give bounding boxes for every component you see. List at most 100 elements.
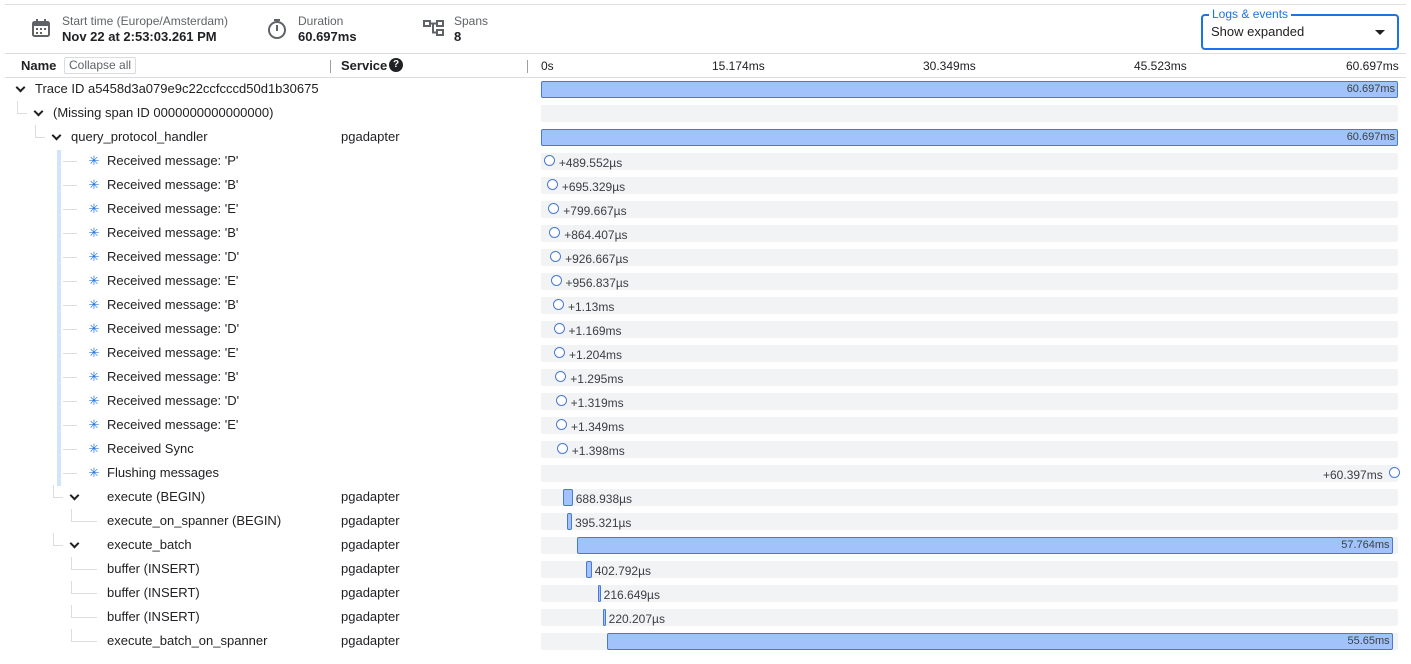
event-row[interactable]: ✳ Received message: 'D' +926.667µs bbox=[0, 245, 1411, 269]
span-name[interactable]: Received message: 'B' bbox=[107, 297, 238, 312]
timeline-tick: 30.349ms bbox=[923, 59, 976, 73]
span-name[interactable]: Flushing messages bbox=[107, 465, 219, 480]
logs-events-select[interactable]: Logs & events Show expanded bbox=[1201, 7, 1399, 50]
column-divider[interactable] bbox=[330, 60, 331, 73]
timeline-tick: 0s bbox=[541, 59, 554, 73]
span-bar[interactable]: 60.697ms bbox=[541, 81, 1398, 98]
chevron-down-icon[interactable] bbox=[69, 538, 80, 549]
chevron-down-icon[interactable] bbox=[15, 82, 26, 93]
span-name[interactable]: execute_batch_on_spanner bbox=[107, 633, 267, 648]
span-service: pgadapter bbox=[341, 489, 400, 504]
span-duration-label: 395.321µs bbox=[575, 516, 632, 530]
span-name[interactable]: Received message: 'E' bbox=[107, 417, 238, 432]
event-marker[interactable] bbox=[546, 179, 558, 190]
tree-connector bbox=[63, 161, 77, 162]
event-row[interactable]: ✳ Received message: 'P' +489.552µs bbox=[0, 149, 1411, 173]
event-row[interactable]: ✳ Received message: 'E' +1.204ms bbox=[0, 341, 1411, 365]
span-row[interactable]: execute_batch_on_spanner pgadapter 55.65ms bbox=[0, 629, 1411, 653]
span-name[interactable]: Received message: 'B' bbox=[107, 177, 238, 192]
event-marker[interactable] bbox=[1389, 467, 1400, 478]
span-row[interactable]: buffer (INSERT) pgadapter 220.207µs bbox=[0, 605, 1411, 629]
event-marker[interactable] bbox=[555, 395, 567, 406]
service-column-header[interactable]: Service bbox=[341, 58, 387, 73]
span-name[interactable]: Received message: 'B' bbox=[107, 225, 238, 240]
event-row[interactable]: ✳ Received message: 'B' +1.13ms bbox=[0, 293, 1411, 317]
span-bar[interactable] bbox=[586, 561, 592, 578]
tree-connector bbox=[53, 497, 63, 498]
duration-value: 60.697ms bbox=[298, 29, 357, 44]
event-row[interactable]: ✳ Received message: 'B' +695.329µs bbox=[0, 173, 1411, 197]
event-row[interactable]: ✳ Received message: 'E' +956.837µs bbox=[0, 269, 1411, 293]
event-icon: ✳ bbox=[88, 153, 100, 168]
span-name[interactable]: Received message: 'D' bbox=[107, 249, 239, 264]
chevron-down-icon[interactable] bbox=[33, 106, 44, 117]
event-marker[interactable] bbox=[553, 323, 565, 334]
collapse-all-button[interactable]: Collapse all bbox=[64, 57, 137, 74]
chevron-down-icon[interactable] bbox=[69, 490, 80, 501]
event-time-label: +1.13ms bbox=[567, 300, 615, 314]
span-name[interactable]: Received message: 'E' bbox=[107, 273, 238, 288]
event-icon: ✳ bbox=[88, 417, 100, 432]
span-name[interactable]: buffer (INSERT) bbox=[107, 609, 200, 624]
span-name[interactable]: Received message: 'D' bbox=[107, 321, 239, 336]
event-row[interactable]: ✳ Received message: 'B' +1.295ms bbox=[0, 365, 1411, 389]
span-name[interactable]: Trace ID a5458d3a079e9c22ccfcccd50d1b306… bbox=[35, 81, 319, 96]
event-icon: ✳ bbox=[88, 393, 100, 408]
help-icon[interactable]: ? bbox=[389, 58, 403, 72]
column-divider[interactable] bbox=[527, 60, 528, 73]
event-marker[interactable] bbox=[556, 443, 568, 454]
span-name[interactable]: query_protocol_handler bbox=[71, 129, 208, 144]
span-name[interactable]: execute_on_spanner (BEGIN) bbox=[107, 513, 281, 528]
event-time-label: +1.349ms bbox=[571, 420, 625, 434]
chevron-down-icon[interactable] bbox=[51, 130, 62, 141]
event-marker[interactable] bbox=[552, 299, 564, 310]
name-column-header[interactable]: Name bbox=[21, 58, 56, 73]
chevron-down-icon bbox=[1375, 30, 1385, 35]
span-row[interactable]: execute (BEGIN) pgadapter 688.938µs bbox=[0, 485, 1411, 509]
span-service: pgadapter bbox=[341, 609, 400, 624]
span-row[interactable]: query_protocol_handler pgadapter 60.697ms bbox=[0, 125, 1411, 149]
span-name[interactable]: Received message: 'P' bbox=[107, 153, 238, 168]
event-marker[interactable] bbox=[553, 347, 565, 358]
timeline-track bbox=[541, 105, 1398, 122]
span-bar[interactable] bbox=[597, 585, 601, 602]
event-marker[interactable] bbox=[543, 155, 555, 166]
span-bar[interactable]: 57.764ms bbox=[576, 537, 1393, 554]
span-name[interactable]: Received message: 'E' bbox=[107, 345, 238, 360]
event-row[interactable]: ✳ Flushing messages +60.397ms bbox=[0, 461, 1411, 485]
timeline-track bbox=[541, 225, 1398, 242]
event-row[interactable]: ✳ Received Sync +1.398ms bbox=[0, 437, 1411, 461]
span-row[interactable]: execute_batch pgadapter 57.764ms bbox=[0, 533, 1411, 557]
span-bar[interactable]: 55.65ms bbox=[606, 633, 1393, 650]
event-row[interactable]: ✳ Received message: 'D' +1.169ms bbox=[0, 317, 1411, 341]
span-row[interactable]: Trace ID a5458d3a079e9c22ccfcccd50d1b306… bbox=[0, 77, 1411, 101]
span-row[interactable]: buffer (INSERT) pgadapter 402.792µs bbox=[0, 557, 1411, 581]
span-name[interactable]: Received message: 'E' bbox=[107, 201, 238, 216]
span-row[interactable]: execute_on_spanner (BEGIN) pgadapter 395.3… bbox=[0, 509, 1411, 533]
event-row[interactable]: ✳ Received message: 'E' +1.349ms bbox=[0, 413, 1411, 437]
event-marker[interactable] bbox=[550, 275, 562, 286]
tree-connector bbox=[71, 617, 97, 618]
span-bar[interactable] bbox=[563, 489, 573, 506]
span-name[interactable]: Received message: 'B' bbox=[107, 369, 238, 384]
calendar-icon bbox=[31, 18, 53, 40]
event-marker[interactable] bbox=[556, 419, 568, 430]
span-service: pgadapter bbox=[341, 561, 400, 576]
tree-connector bbox=[35, 125, 36, 137]
span-name[interactable]: buffer (INSERT) bbox=[107, 585, 200, 600]
event-marker[interactable] bbox=[550, 251, 562, 262]
span-bar[interactable] bbox=[602, 609, 606, 626]
span-row[interactable]: (Missing span ID 0000000000000000) bbox=[0, 101, 1411, 125]
span-row[interactable]: buffer (INSERT) pgadapter 216.649µs bbox=[0, 581, 1411, 605]
event-row[interactable]: ✳ Received message: 'D' +1.319ms bbox=[0, 389, 1411, 413]
span-name[interactable]: execute_batch bbox=[107, 537, 192, 552]
span-bar[interactable] bbox=[566, 513, 573, 530]
span-name[interactable]: (Missing span ID 0000000000000000) bbox=[53, 105, 273, 120]
event-row[interactable]: ✳ Received message: 'E' +799.667µs bbox=[0, 197, 1411, 221]
span-name[interactable]: Received Sync bbox=[107, 441, 194, 456]
span-bar[interactable]: 60.697ms bbox=[541, 129, 1398, 146]
span-name[interactable]: Received message: 'D' bbox=[107, 393, 239, 408]
event-row[interactable]: ✳ Received message: 'B' +864.407µs bbox=[0, 221, 1411, 245]
span-name[interactable]: buffer (INSERT) bbox=[107, 561, 200, 576]
span-name[interactable]: execute (BEGIN) bbox=[107, 489, 205, 504]
